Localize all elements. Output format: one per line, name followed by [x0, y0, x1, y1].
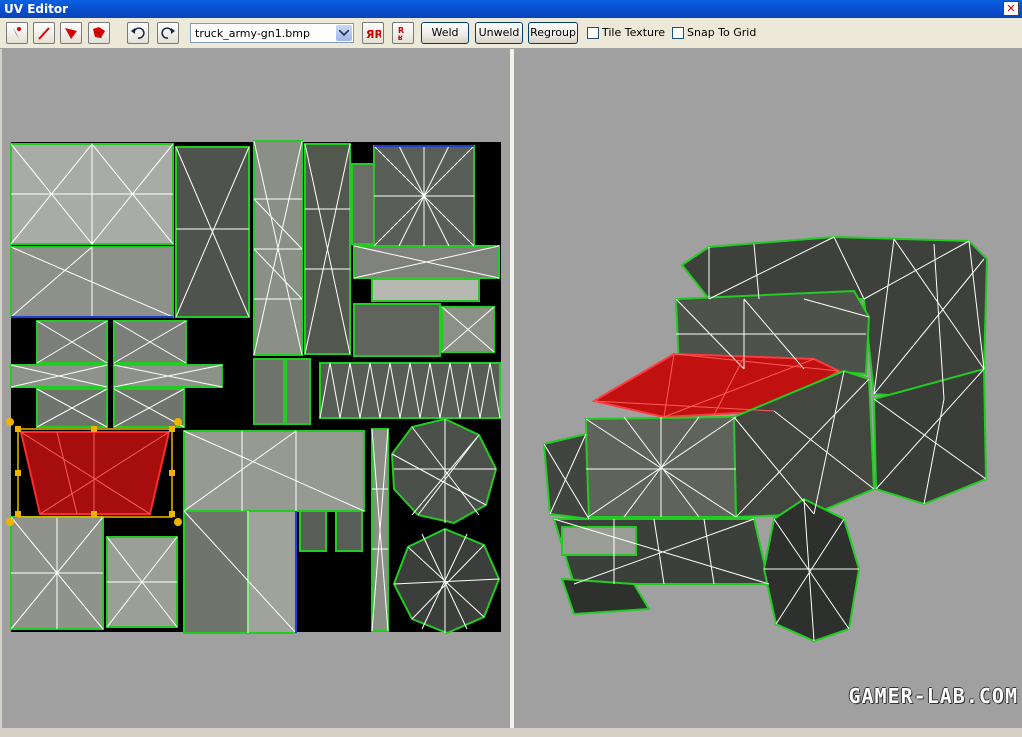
- snap-to-grid-label[interactable]: Snap To Grid: [687, 26, 756, 39]
- truck-model[interactable]: [514, 49, 1022, 728]
- watermark-text: GAMER-LAB.COM: [848, 684, 1018, 708]
- uv-islands: [10, 140, 501, 635]
- svg-text:ʁ: ʁ: [398, 33, 403, 41]
- redo-button[interactable]: [157, 22, 179, 44]
- mirror-horizontal-icon: ЯR: [366, 28, 381, 41]
- select-edge-button[interactable]: [33, 22, 55, 44]
- svg-text:ЯR: ЯR: [366, 28, 381, 41]
- texture-dropdown[interactable]: truck_army-gn1.bmp: [190, 23, 354, 43]
- select-group-icon: [93, 27, 105, 39]
- redo-icon: [161, 27, 175, 39]
- uv-island-step-a[interactable]: [253, 358, 285, 425]
- uv-island-strip[interactable]: [351, 163, 375, 245]
- status-strip: [0, 728, 1022, 737]
- texture-dropdown-value: truck_army-gn1.bmp: [195, 27, 310, 40]
- select-edge-icon: [38, 27, 50, 40]
- uv-island-mirror-b[interactable]: [335, 510, 363, 552]
- mirror-vertical-icon: Rʁ: [398, 26, 404, 41]
- uv-island-door[interactable]: [353, 303, 441, 357]
- uv-island-fender-b[interactable]: [247, 510, 297, 634]
- tile-texture-checkbox[interactable]: [587, 27, 599, 39]
- window-title: UV Editor: [4, 2, 69, 16]
- unweld-button[interactable]: Unweld: [475, 22, 523, 44]
- select-vertex-button[interactable]: [6, 22, 28, 44]
- mirror-vertical-button[interactable]: Rʁ: [392, 22, 414, 44]
- model-viewport[interactable]: GAMER-LAB.COM: [514, 49, 1022, 728]
- chevron-down-icon[interactable]: [336, 25, 352, 41]
- uv-island-bed-side[interactable]: [319, 362, 501, 419]
- select-face-button[interactable]: [60, 22, 82, 44]
- select-group-button[interactable]: [88, 22, 110, 44]
- mirror-horizontal-button[interactable]: ЯR: [362, 22, 384, 44]
- title-bar: UV Editor ✕: [0, 0, 1022, 18]
- undo-button[interactable]: [127, 22, 149, 44]
- tile-texture-label[interactable]: Tile Texture: [602, 26, 665, 39]
- uv-island-mirror-a[interactable]: [299, 510, 327, 552]
- regroup-button[interactable]: Regroup: [528, 22, 578, 44]
- close-button[interactable]: ✕: [1003, 1, 1019, 16]
- uv-canvas[interactable]: [2, 49, 510, 728]
- select-vertex-icon: [13, 27, 21, 39]
- snap-to-grid-checkbox[interactable]: [672, 27, 684, 39]
- undo-icon: [131, 27, 145, 39]
- uv-island-plate[interactable]: [371, 278, 480, 302]
- toolbar: truck_army-gn1.bmp ЯR Rʁ Weld Unweld Reg…: [0, 18, 1022, 49]
- select-face-icon: [65, 27, 77, 39]
- uv-island-fender-a[interactable]: [183, 510, 249, 634]
- weld-button[interactable]: Weld: [421, 22, 469, 44]
- uv-island-step-b[interactable]: [285, 358, 311, 425]
- uv-editor-viewport[interactable]: [2, 49, 510, 728]
